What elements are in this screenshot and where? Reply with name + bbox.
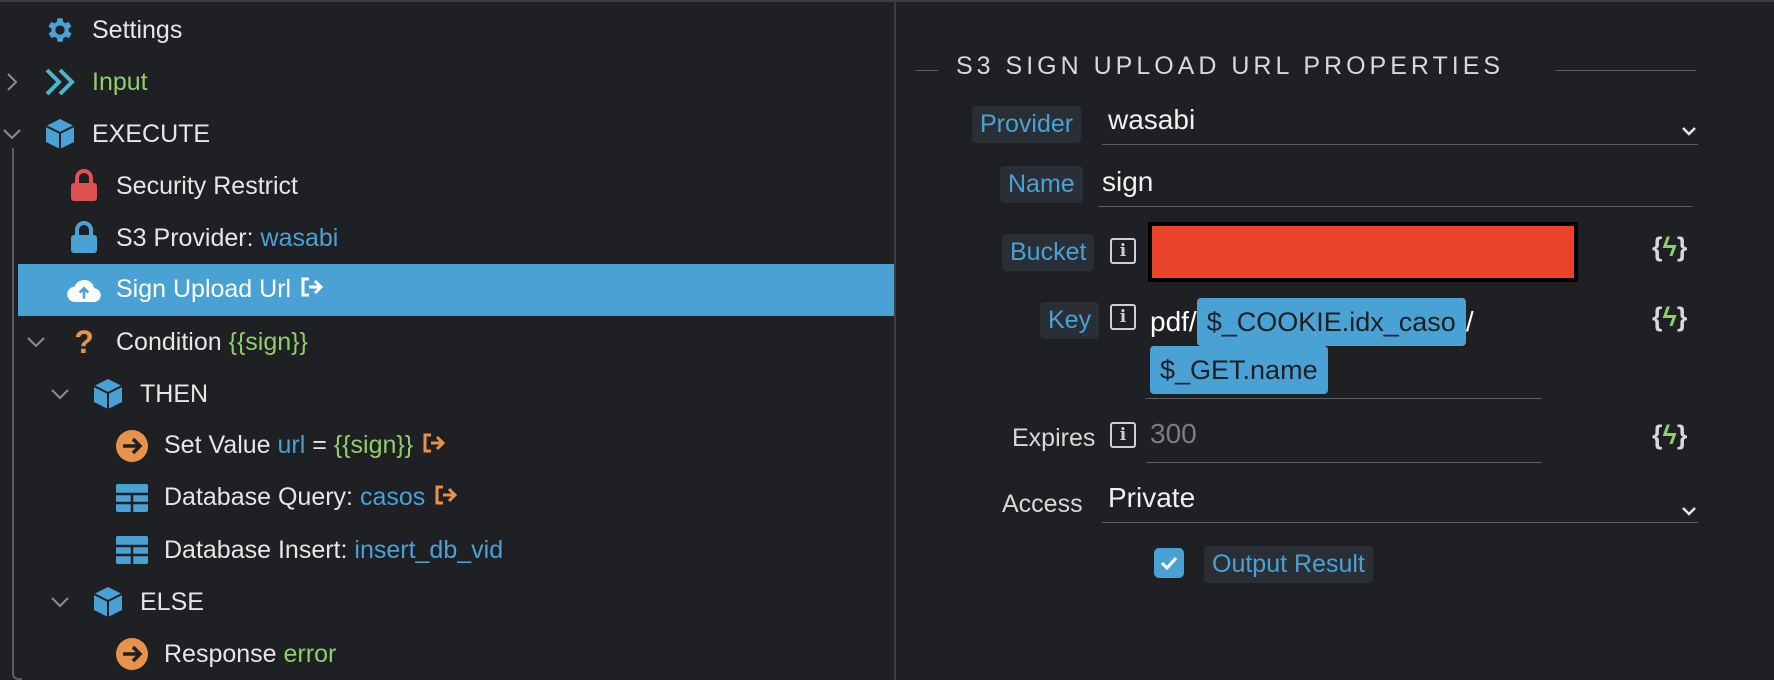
output-result-checkbox[interactable] [1154, 548, 1184, 578]
output-result-label[interactable]: Output Result [1204, 546, 1373, 583]
key-value: pdf/$_COOKIE.idx_caso / $_GET.name [1150, 298, 1474, 394]
question-icon: ? [74, 323, 94, 360]
tree-item-label: Sign Upload Url [116, 275, 325, 306]
tree-item-label: S3 Provider: wasabi [116, 223, 339, 252]
checkmark-icon [1160, 556, 1178, 570]
tree-item-settings[interactable]: Settings [0, 4, 894, 56]
tree-item-label: THEN [140, 379, 209, 408]
tree-item-label: Response error [164, 639, 337, 668]
tree-item-label: Input [92, 67, 148, 96]
chevron-down-icon[interactable] [48, 590, 72, 614]
access-value: Private [1108, 482, 1196, 513]
properties-panel: S3 SIGN UPLOAD URL PROPERTIES Provider w… [896, 0, 1774, 680]
tree-item-sign-upload-url[interactable]: Sign Upload Url [18, 264, 894, 316]
tree-item-label: EXECUTE [92, 119, 211, 148]
tree-item-label: ELSE [140, 587, 204, 616]
lock-icon [66, 168, 102, 204]
double-chevron-icon [42, 64, 78, 100]
tree-item-label: Security Restrict [116, 171, 298, 200]
table-icon [114, 480, 150, 516]
provider-select[interactable]: wasabi [1102, 104, 1698, 145]
tree-item-security-restrict[interactable]: Security Restrict [0, 160, 894, 212]
tree-item-s3-provider[interactable]: S3 Provider: wasabi [0, 212, 894, 264]
tree-item-value: wasabi [260, 223, 339, 252]
chevron-right-icon[interactable] [0, 70, 24, 94]
expires-label: Expires [1012, 424, 1096, 452]
tree-item-response[interactable]: Response error [0, 628, 894, 680]
output-arrow-icon [421, 431, 447, 462]
output-arrow-icon [433, 483, 459, 514]
key-label: Key [1040, 302, 1100, 339]
section-rule [916, 70, 938, 71]
tree-item-else[interactable]: ELSE [0, 576, 894, 628]
name-label: Name [1000, 166, 1083, 203]
action-tree: Settings Input EXECUTE Security Restrict… [0, 0, 894, 680]
dynamic-data-button[interactable]: {ϟ} [1652, 302, 1687, 333]
tree-item-database-query[interactable]: Database Query: casos [0, 472, 894, 524]
tree-item-execute[interactable]: EXECUTE [0, 108, 894, 160]
cube-icon [90, 376, 126, 412]
chevron-down-icon [1680, 492, 1698, 524]
info-icon[interactable]: i [1110, 238, 1136, 264]
chevron-down-icon[interactable] [0, 122, 24, 146]
tree-item-set-value[interactable]: Set Value url = {{sign}} [0, 420, 894, 472]
chevron-down-icon [1680, 112, 1698, 144]
section-rule [1556, 70, 1696, 71]
info-icon[interactable]: i [1110, 304, 1136, 330]
dynamic-data-button[interactable]: {ϟ} [1652, 420, 1687, 451]
info-icon[interactable]: i [1110, 422, 1136, 448]
chevron-down-icon[interactable] [24, 330, 48, 354]
tree-item-label: Condition {{sign}} [116, 327, 308, 356]
table-icon [114, 532, 150, 568]
bucket-input-redacted[interactable] [1148, 222, 1578, 282]
tree-item-label: Database Insert: insert_db_vid [164, 535, 504, 564]
cube-icon [42, 116, 78, 152]
tree-item-label: Database Query: casos [164, 483, 459, 514]
arrow-circle-icon [114, 636, 150, 672]
access-select[interactable]: Private [1102, 480, 1698, 523]
tree-item-label: Set Value url = {{sign}} [164, 431, 447, 462]
bucket-label: Bucket [1002, 234, 1095, 271]
arrow-circle-icon [114, 428, 150, 464]
tree-item-input[interactable]: Input [0, 56, 894, 108]
tree-item-condition[interactable]: ? Condition {{sign}} [0, 316, 894, 368]
tree-item-label: Settings [92, 15, 183, 44]
provider-label: Provider [972, 106, 1082, 143]
cloud-upload-icon [66, 272, 102, 308]
dynamic-data-button[interactable]: {ϟ} [1652, 232, 1687, 263]
section-title: S3 SIGN UPLOAD URL PROPERTIES [956, 52, 1505, 80]
expires-placeholder: 300 [1150, 418, 1197, 449]
token-chip[interactable]: $_GET.name [1150, 346, 1328, 394]
tree-item-database-insert[interactable]: Database Insert: insert_db_vid [0, 524, 894, 576]
gear-icon [42, 12, 78, 48]
provider-value: wasabi [1108, 104, 1196, 135]
token-chip[interactable]: $_COOKIE.idx_caso [1196, 298, 1466, 346]
name-value: sign [1102, 166, 1154, 197]
lock-icon [66, 220, 102, 256]
tree-item-then[interactable]: THEN [0, 368, 894, 420]
tree-item-value: {{sign}} [228, 327, 308, 356]
cube-icon [90, 584, 126, 620]
chevron-down-icon[interactable] [48, 382, 72, 406]
key-input[interactable]: pdf/$_COOKIE.idx_caso / $_GET.name [1146, 298, 1542, 399]
expires-input[interactable]: 300 [1146, 416, 1542, 463]
name-input[interactable]: sign [1098, 164, 1692, 207]
access-label: Access [1002, 490, 1083, 518]
output-arrow-icon [299, 275, 325, 306]
